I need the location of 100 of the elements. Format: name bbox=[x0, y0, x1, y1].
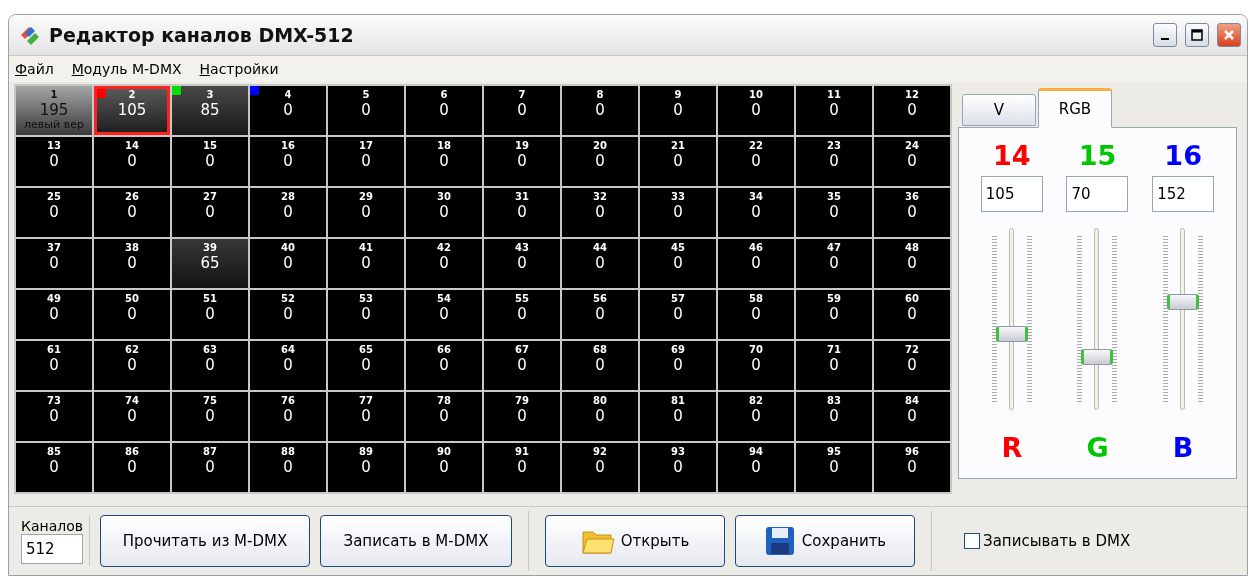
channel-cell[interactable]: 75 0 bbox=[172, 392, 248, 441]
channel-cell[interactable]: 57 0 bbox=[640, 290, 716, 339]
channel-cell[interactable]: 81 0 bbox=[640, 392, 716, 441]
channel-cell[interactable]: 92 0 bbox=[562, 443, 638, 492]
channel-cell[interactable]: 88 0 bbox=[250, 443, 326, 492]
channel-cell[interactable]: 74 0 bbox=[94, 392, 170, 441]
channel-cell[interactable]: 41 0 bbox=[328, 239, 404, 288]
channel-cell[interactable]: 16 0 bbox=[250, 137, 326, 186]
channel-cell[interactable]: 68 0 bbox=[562, 341, 638, 390]
channel-cell[interactable]: 40 0 bbox=[250, 239, 326, 288]
channel-cell[interactable]: 19 0 bbox=[484, 137, 560, 186]
channel-cell[interactable]: 60 0 bbox=[874, 290, 950, 339]
channel-cell[interactable]: 69 0 bbox=[640, 341, 716, 390]
channel-cell[interactable]: 73 0 bbox=[16, 392, 92, 441]
channel-cell[interactable]: 52 0 bbox=[250, 290, 326, 339]
channel-cell[interactable]: 80 0 bbox=[562, 392, 638, 441]
channel-cell[interactable]: 9 0 bbox=[640, 86, 716, 135]
channel-cell[interactable]: 13 0 bbox=[16, 137, 92, 186]
channel-cell[interactable]: 18 0 bbox=[406, 137, 482, 186]
tab[interactable]: RGB bbox=[1038, 88, 1112, 128]
slider-thumb[interactable] bbox=[1167, 294, 1200, 311]
slider-thumb[interactable] bbox=[995, 325, 1028, 342]
menu-item[interactable]: Настройки bbox=[199, 61, 279, 77]
channel-cell[interactable]: 91 0 bbox=[484, 443, 560, 492]
channel-cell[interactable]: 26 0 bbox=[94, 188, 170, 237]
slider-thumb[interactable] bbox=[1081, 349, 1114, 366]
menu-item[interactable]: Модуль M-DMX bbox=[71, 61, 182, 77]
channel-cell[interactable]: 27 0 bbox=[172, 188, 248, 237]
channel-cell[interactable]: 10 0 bbox=[718, 86, 794, 135]
channel-cell[interactable]: 22 0 bbox=[718, 137, 794, 186]
channel-cell[interactable]: 65 0 bbox=[328, 341, 404, 390]
channel-cell[interactable]: 12 0 bbox=[874, 86, 950, 135]
channel-cell[interactable]: 14 0 bbox=[94, 137, 170, 186]
channel-cell[interactable]: 4 0 bbox=[250, 86, 326, 135]
channel-cell[interactable]: 72 0 bbox=[874, 341, 950, 390]
channel-cell[interactable]: 44 0 bbox=[562, 239, 638, 288]
channel-cell[interactable]: 96 0 bbox=[874, 443, 950, 492]
channel-cell[interactable]: 43 0 bbox=[484, 239, 560, 288]
channel-cell[interactable]: 46 0 bbox=[718, 239, 794, 288]
channel-cell[interactable]: 64 0 bbox=[250, 341, 326, 390]
channel-cell[interactable]: 51 0 bbox=[172, 290, 248, 339]
channel-cell[interactable]: 54 0 bbox=[406, 290, 482, 339]
channel-cell[interactable]: 23 0 bbox=[796, 137, 872, 186]
action-button[interactable]: Записать в M-DMX bbox=[320, 515, 512, 567]
channel-cell[interactable]: 7 0 bbox=[484, 86, 560, 135]
channel-cell[interactable]: 11 0 bbox=[796, 86, 872, 135]
channel-cell[interactable]: 38 0 bbox=[94, 239, 170, 288]
channel-cell[interactable]: 94 0 bbox=[718, 443, 794, 492]
channel-cell[interactable]: 24 0 bbox=[874, 137, 950, 186]
action-button[interactable]: Прочитать из M-DMX bbox=[100, 515, 310, 567]
channel-cell[interactable]: 34 0 bbox=[718, 188, 794, 237]
channel-cell[interactable]: 39 65 bbox=[172, 239, 248, 288]
channel-cell[interactable]: 71 0 bbox=[796, 341, 872, 390]
channel-cell[interactable]: 59 0 bbox=[796, 290, 872, 339]
channel-cell[interactable]: 50 0 bbox=[94, 290, 170, 339]
channel-cell[interactable]: 66 0 bbox=[406, 341, 482, 390]
channel-cell[interactable]: 35 0 bbox=[796, 188, 872, 237]
channel-cell[interactable]: 84 0 bbox=[874, 392, 950, 441]
close-button[interactable] bbox=[1217, 23, 1241, 47]
slider[interactable] bbox=[1075, 228, 1120, 410]
minimize-button[interactable] bbox=[1153, 23, 1177, 47]
channel-cell[interactable]: 70 0 bbox=[718, 341, 794, 390]
channel-cell[interactable]: 90 0 bbox=[406, 443, 482, 492]
maximize-button[interactable] bbox=[1185, 23, 1209, 47]
channel-cell[interactable]: 32 0 bbox=[562, 188, 638, 237]
channel-cell[interactable]: 79 0 bbox=[484, 392, 560, 441]
value-field[interactable]: 105 bbox=[980, 176, 1043, 212]
channel-cell[interactable]: 31 0 bbox=[484, 188, 560, 237]
channels-field[interactable]: 512 bbox=[21, 534, 83, 564]
value-field[interactable]: 152 bbox=[1152, 176, 1215, 212]
channel-cell[interactable]: 30 0 bbox=[406, 188, 482, 237]
channel-cell[interactable]: 82 0 bbox=[718, 392, 794, 441]
channel-cell[interactable]: 67 0 bbox=[484, 341, 560, 390]
channel-cell[interactable]: 61 0 bbox=[16, 341, 92, 390]
channel-cell[interactable]: 93 0 bbox=[640, 443, 716, 492]
channel-cell[interactable]: 33 0 bbox=[640, 188, 716, 237]
open-button[interactable]: Открыть bbox=[545, 515, 725, 567]
slider[interactable] bbox=[1161, 228, 1206, 410]
tab[interactable]: V bbox=[962, 94, 1036, 126]
channel-cell[interactable]: 62 0 bbox=[94, 341, 170, 390]
channel-cell[interactable]: 95 0 bbox=[796, 443, 872, 492]
channel-cell[interactable]: 58 0 bbox=[718, 290, 794, 339]
channel-cell[interactable]: 55 0 bbox=[484, 290, 560, 339]
channel-cell[interactable]: 28 0 bbox=[250, 188, 326, 237]
channel-cell[interactable]: 48 0 bbox=[874, 239, 950, 288]
channel-cell[interactable]: 45 0 bbox=[640, 239, 716, 288]
channel-cell[interactable]: 17 0 bbox=[328, 137, 404, 186]
channel-cell[interactable]: 37 0 bbox=[16, 239, 92, 288]
channel-cell[interactable]: 76 0 bbox=[250, 392, 326, 441]
channel-cell[interactable]: 20 0 bbox=[562, 137, 638, 186]
channel-cell[interactable]: 36 0 bbox=[874, 188, 950, 237]
channel-cell[interactable]: 89 0 bbox=[328, 443, 404, 492]
channel-cell[interactable]: 29 0 bbox=[328, 188, 404, 237]
channel-cell[interactable]: 53 0 bbox=[328, 290, 404, 339]
channel-cell[interactable]: 5 0 bbox=[328, 86, 404, 135]
channel-cell[interactable]: 83 0 bbox=[796, 392, 872, 441]
channel-cell[interactable]: 25 0 bbox=[16, 188, 92, 237]
channel-cell[interactable]: 86 0 bbox=[94, 443, 170, 492]
channel-cell[interactable]: 78 0 bbox=[406, 392, 482, 441]
write-dmx-checkbox[interactable]: Записывать в DMX bbox=[964, 532, 1131, 550]
